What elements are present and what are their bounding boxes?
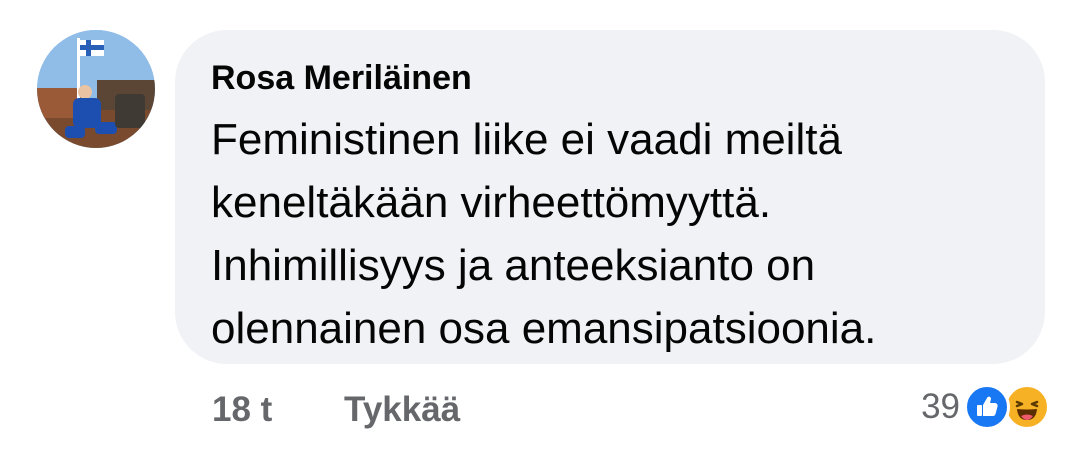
avatar-photo — [37, 30, 155, 148]
avatar[interactable] — [37, 30, 155, 148]
comment: Rosa Meriläinen Feministinen liike ei va… — [0, 0, 1080, 449]
comment-actions: 18 t Tykkää — [212, 388, 460, 432]
reaction-icons — [964, 384, 1050, 430]
reaction-count: 39 — [921, 387, 960, 426]
reactions-summary[interactable]: 39 — [921, 384, 1050, 430]
comment-bubble: Rosa Meriläinen Feministinen liike ei va… — [175, 30, 1045, 364]
comment-text: Feministinen liike ei vaadi meiltä kenel… — [211, 115, 877, 353]
like-icon — [964, 384, 1010, 430]
like-button[interactable]: Tykkää — [344, 390, 460, 429]
timestamp[interactable]: 18 t — [212, 390, 272, 429]
haha-icon — [1004, 384, 1050, 430]
author-name[interactable]: Rosa Meriläinen — [211, 58, 1009, 98]
